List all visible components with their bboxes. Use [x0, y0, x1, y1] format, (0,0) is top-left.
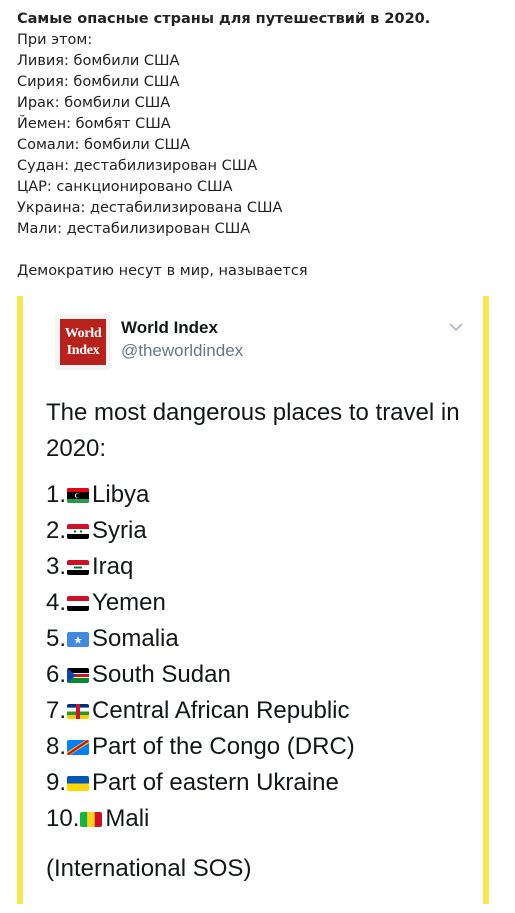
rank-item: 9. Part of eastern Ukraine [46, 765, 476, 801]
rank-item: 4. Yemen [46, 585, 476, 621]
iraq-flag-icon [67, 559, 90, 575]
rank-number: 10. [46, 805, 80, 832]
rank-item: 6. South Sudan [46, 657, 476, 693]
rank-number: 6. [46, 661, 67, 688]
rank-number: 3. [46, 553, 67, 580]
rank-item: 7. Central African Republic [46, 693, 476, 729]
post-line: Йемен: бомбят США [17, 116, 171, 132]
rank-number: 2. [46, 517, 67, 544]
country-name: Central African Republic [92, 697, 350, 724]
rank-list: 1. Libya 2. Syria 3. Iraq 4. Yemen 5. Somalia 6. So… [46, 477, 476, 837]
post-line: Сомали: бомбили США [17, 137, 190, 153]
tweet-source: (International SOS) [46, 855, 252, 882]
rank-number: 1. [46, 481, 67, 508]
country-name: Somalia [92, 625, 179, 652]
country-name: Syria [92, 517, 147, 544]
syria-flag-icon [67, 523, 90, 539]
rank-number: 5. [46, 625, 67, 652]
post-line: Судан: дестабилизирован США [17, 158, 258, 174]
country-name: Part of eastern Ukraine [92, 769, 339, 796]
post-lines: Ливия: бомбили США Сирия: бомбили США Ирак… [17, 51, 507, 240]
post-line: Сирия: бомбили США [17, 74, 180, 90]
ukraine-flag-icon [67, 775, 90, 791]
account-avatar[interactable]: World Index [55, 314, 111, 370]
country-name: Iraq [92, 553, 134, 580]
rank-number: 9. [46, 769, 67, 796]
rank-number: 8. [46, 733, 67, 760]
libya-flag-icon [67, 487, 90, 503]
rank-item: 10. Mali [46, 801, 476, 837]
post-gap [17, 240, 507, 261]
logo-text-line1: World [64, 326, 102, 341]
post-line: Мали: дестабилизирован США [17, 221, 251, 237]
post-text: Самые опасные страны для путешествий в 2… [17, 9, 507, 282]
post-footer: Демократию несут в мир, называется [17, 263, 308, 279]
rank-item: 5. Somalia [46, 621, 476, 657]
rank-item: 2. Syria [46, 513, 476, 549]
country-name: Mali [105, 805, 150, 832]
embedded-tweet-image: World Index World Index @theworldindex T… [17, 296, 489, 904]
car-flag-icon [67, 703, 90, 719]
tweet-body: The most dangerous places to travel in 2… [46, 395, 476, 887]
world-index-logo: World Index [60, 319, 106, 365]
post-line: Украина: дестабилизирована США [17, 200, 283, 216]
drc-flag-icon [67, 739, 90, 755]
logo-text-line2: Index [66, 343, 100, 358]
post-line: ЦАР: санкционировано США [17, 179, 233, 195]
tweet-header: World Index World Index @theworldindex [55, 314, 465, 374]
post-line: Ирак: бомбили США [17, 95, 171, 111]
country-name: Libya [92, 481, 150, 508]
post-title: Самые опасные страны для путешествий в 2… [17, 11, 431, 27]
south-sudan-flag-icon [67, 667, 90, 683]
account-name[interactable]: World Index [121, 318, 218, 338]
rank-item: 8. Part of the Congo (DRC) [46, 729, 476, 765]
country-name: Yemen [92, 589, 166, 616]
somalia-flag-icon [67, 631, 90, 647]
country-name: Part of the Congo (DRC) [92, 733, 355, 760]
mali-flag-icon [80, 811, 103, 827]
yemen-flag-icon [67, 595, 90, 611]
tweet-intro: The most dangerous places to travel in 2… [46, 399, 460, 462]
rank-item: 3. Iraq [46, 549, 476, 585]
rank-item: 1. Libya [46, 477, 476, 513]
post-intro: При этом: [17, 32, 93, 48]
account-handle[interactable]: @theworldindex [121, 341, 243, 361]
rank-number: 7. [46, 697, 67, 724]
rank-number: 4. [46, 589, 67, 616]
post-line: Ливия: бомбили США [17, 53, 180, 69]
country-name: South Sudan [92, 661, 231, 688]
chevron-down-icon[interactable] [447, 318, 465, 336]
